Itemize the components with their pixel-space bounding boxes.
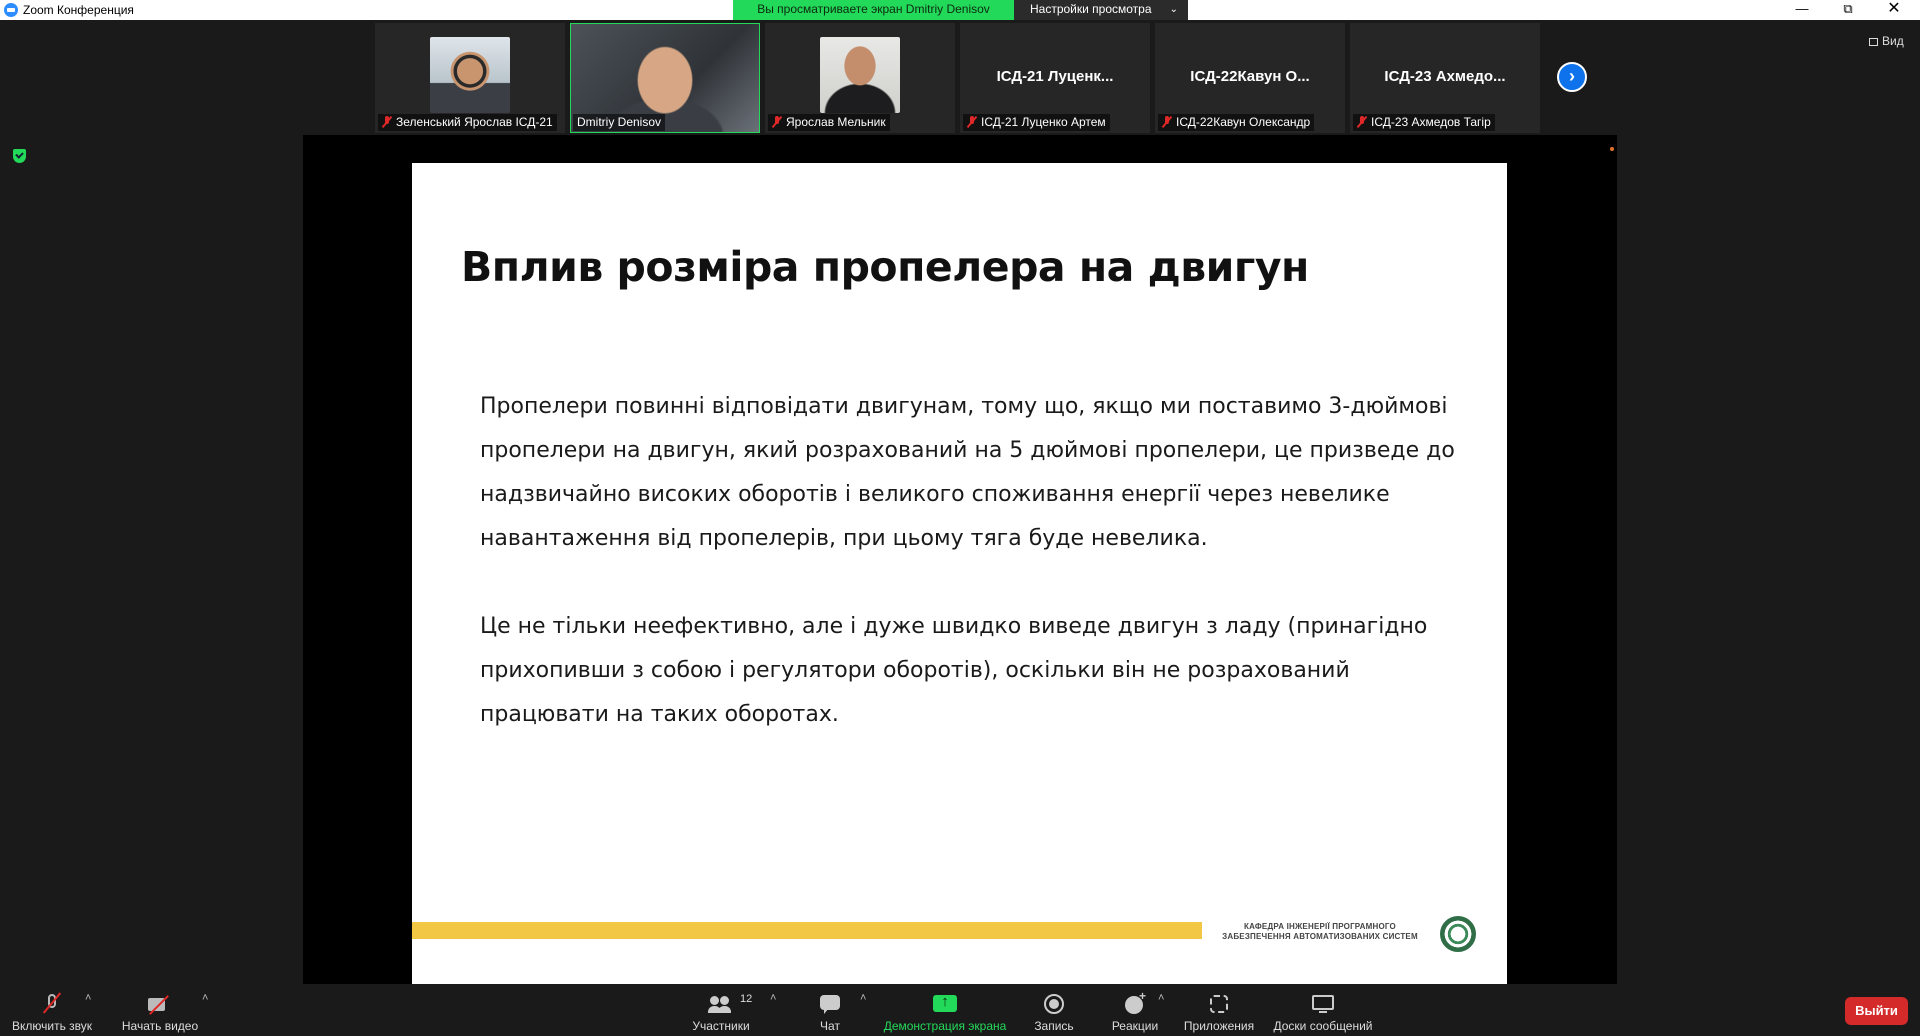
- slide-footer-bar: [412, 922, 1202, 939]
- audio-options-caret[interactable]: ˄: [85, 992, 91, 1004]
- video-off-icon: [146, 992, 174, 1016]
- participants-options-caret[interactable]: ˄: [770, 992, 776, 1004]
- whiteboard-icon: [1310, 992, 1336, 1016]
- slide-body: Пропелери повинні відповідати двигунам, …: [480, 385, 1470, 781]
- grid-view-icon: [1869, 38, 1878, 46]
- presentation-slide: Вплив розміра пропелера на двигун Пропел…: [412, 163, 1507, 984]
- chat-options-caret[interactable]: ˄: [860, 992, 866, 1004]
- view-options-dropdown[interactable]: Настройки просмотра ⌄: [1014, 0, 1188, 20]
- participant-tile[interactable]: Зеленський Ярослав ІСД-21: [375, 23, 565, 133]
- start-video-button[interactable]: Начать видео: [112, 984, 208, 1036]
- participant-name-label: ІСД-21 Луценко Артем: [963, 114, 1110, 131]
- whiteboards-button[interactable]: Доски сообщений: [1268, 984, 1378, 1036]
- share-screen-icon: [932, 992, 958, 1016]
- viewing-share-banner: Вы просматриваете экран Dmitriy Denisov: [733, 0, 1014, 20]
- mic-muted-icon: [382, 116, 392, 128]
- chat-icon: [818, 992, 842, 1016]
- reactions-button[interactable]: Реакции: [1105, 984, 1165, 1036]
- participant-tile[interactable]: Ярослав Мельник: [765, 23, 955, 133]
- minimize-button[interactable]: —: [1780, 0, 1824, 20]
- shared-screen: Вплив розміра пропелера на двигун Пропел…: [303, 135, 1617, 984]
- video-options-caret[interactable]: ˄: [202, 992, 208, 1004]
- share-indicator-dot: [1610, 147, 1614, 151]
- reactions-options-caret[interactable]: ˄: [1158, 992, 1164, 1004]
- next-page-button[interactable]: ›: [1557, 62, 1587, 92]
- apps-button[interactable]: Приложения: [1180, 984, 1258, 1036]
- microphone-muted-icon: [40, 992, 64, 1016]
- participant-display-name: ІСД-22Кавун О...: [1190, 68, 1310, 85]
- mic-muted-icon: [1357, 116, 1367, 128]
- participant-name-label: Ярослав Мельник: [768, 114, 890, 131]
- participants-icon: [706, 992, 736, 1016]
- participant-display-name: ІСД-21 Луценк...: [996, 68, 1114, 85]
- participant-video: [430, 37, 510, 113]
- participant-tile-active-speaker[interactable]: Dmitriy Denisov: [570, 23, 760, 133]
- meeting-toolbar: Включить звук ˄ Начать видео ˄ Участники…: [0, 984, 1920, 1036]
- participant-tile[interactable]: ІСД-23 Ахмедо... ІСД-23 Ахмедов Тагір: [1350, 23, 1540, 133]
- participant-tile[interactable]: ІСД-22Кавун О... ІСД-22Кавун Олександр: [1155, 23, 1345, 133]
- slide-title: Вплив розміра пропелера на двигун: [461, 243, 1309, 291]
- participant-display-name: ІСД-23 Ахмедо...: [1384, 68, 1506, 85]
- chat-button[interactable]: Чат: [805, 984, 855, 1036]
- record-icon: [1042, 992, 1066, 1016]
- chevron-right-icon: ›: [1569, 66, 1575, 86]
- record-button[interactable]: Запись: [1024, 984, 1084, 1036]
- mic-muted-icon: [967, 116, 977, 128]
- mic-muted-icon: [772, 116, 782, 128]
- participant-name-label: ІСД-22Кавун Олександр: [1158, 114, 1315, 131]
- view-options-label: Настройки просмотра: [1030, 2, 1152, 16]
- participant-name-label: Зеленський Ярослав ІСД-21: [378, 114, 557, 131]
- window-title: Zoom Конференция: [23, 3, 134, 17]
- participant-name-label: ІСД-23 Ахмедов Тагір: [1353, 114, 1495, 131]
- participant-video: [820, 37, 900, 113]
- leave-meeting-button[interactable]: Выйти: [1845, 997, 1908, 1025]
- slide-paragraph: Це не тільки неефективно, але і дуже шви…: [480, 614, 1428, 727]
- share-screen-button[interactable]: Демонстрация экрана: [880, 984, 1010, 1036]
- security-shield-icon[interactable]: [13, 149, 26, 163]
- mic-muted-icon: [1162, 116, 1172, 128]
- department-name: КАФЕДРА ІНЖЕНЕРІЇ ПРОГРАМНОГО ЗАБЕЗПЕЧЕН…: [1222, 922, 1418, 941]
- view-button[interactable]: Вид: [1869, 34, 1904, 48]
- participants-count: 12: [740, 993, 753, 1005]
- zoom-app-icon: [4, 3, 18, 17]
- slide-paragraph: Пропелери повинні відповідати двигунам, …: [480, 394, 1455, 551]
- close-window-button[interactable]: ✕: [1872, 0, 1916, 20]
- participant-strip: Зеленський Ярослав ІСД-21 Dmitriy Deniso…: [375, 23, 1545, 133]
- reactions-icon: [1123, 989, 1147, 1016]
- chevron-down-icon: ⌄: [1169, 4, 1178, 15]
- apps-icon: [1207, 992, 1231, 1016]
- participants-button[interactable]: Участники: [686, 984, 756, 1036]
- participant-tile[interactable]: ІСД-21 Луценк... ІСД-21 Луценко Артем: [960, 23, 1150, 133]
- restore-button[interactable]: ⧉: [1826, 0, 1870, 20]
- department-logo: [1440, 916, 1476, 952]
- participant-name-label: Dmitriy Denisov: [573, 114, 666, 131]
